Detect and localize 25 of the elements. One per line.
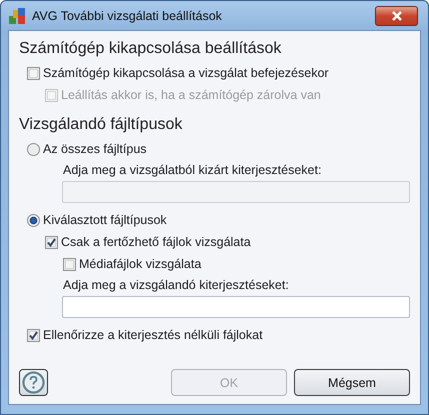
radio-button[interactable] bbox=[27, 214, 40, 226]
radio-button[interactable] bbox=[27, 142, 40, 156]
window-title: AVG További vizsgálati beállítások bbox=[32, 8, 223, 22]
dialog-button[interactable]: Mégsem bbox=[294, 369, 410, 396]
help-button[interactable] bbox=[19, 369, 48, 396]
option-label: Leállítás akkor is, ha a számítógép zárolva van bbox=[61, 88, 321, 102]
option-label: Médiafájlok vizsgálata bbox=[79, 257, 202, 271]
field-label: Adja meg a vizsgálatból kizárt kiterjesztéseket: bbox=[63, 162, 322, 179]
help-icon bbox=[22, 371, 45, 394]
checkbox[interactable] bbox=[63, 258, 76, 270]
app-logo-icon bbox=[9, 8, 26, 24]
option-label: Számítógép kikapcsolása a vizsgálat befejezésekor bbox=[43, 66, 329, 80]
section-heading: Vizsgálandó fájltípusok bbox=[19, 115, 184, 135]
option-label: Az összes fájltípus bbox=[43, 142, 147, 156]
close-icon bbox=[390, 10, 402, 20]
option-label: Ellenőrizze a kiterjesztés nélküli fájlokat bbox=[43, 328, 263, 342]
close-button[interactable] bbox=[375, 6, 418, 26]
option-label: Csak a fertőzhető fájlok vizsgálata bbox=[61, 235, 251, 249]
option-label: Kiválasztott fájltípusok bbox=[43, 213, 167, 227]
checkbox[interactable] bbox=[45, 236, 58, 248]
checkbox[interactable] bbox=[27, 328, 40, 342]
input-field[interactable] bbox=[62, 296, 410, 318]
checkbox[interactable] bbox=[27, 66, 40, 80]
section-heading: Számítógép kikapcsolása beállítások bbox=[19, 39, 282, 59]
field-label: Adja meg a vizsgálandó kiterjesztéseket: bbox=[63, 277, 290, 294]
